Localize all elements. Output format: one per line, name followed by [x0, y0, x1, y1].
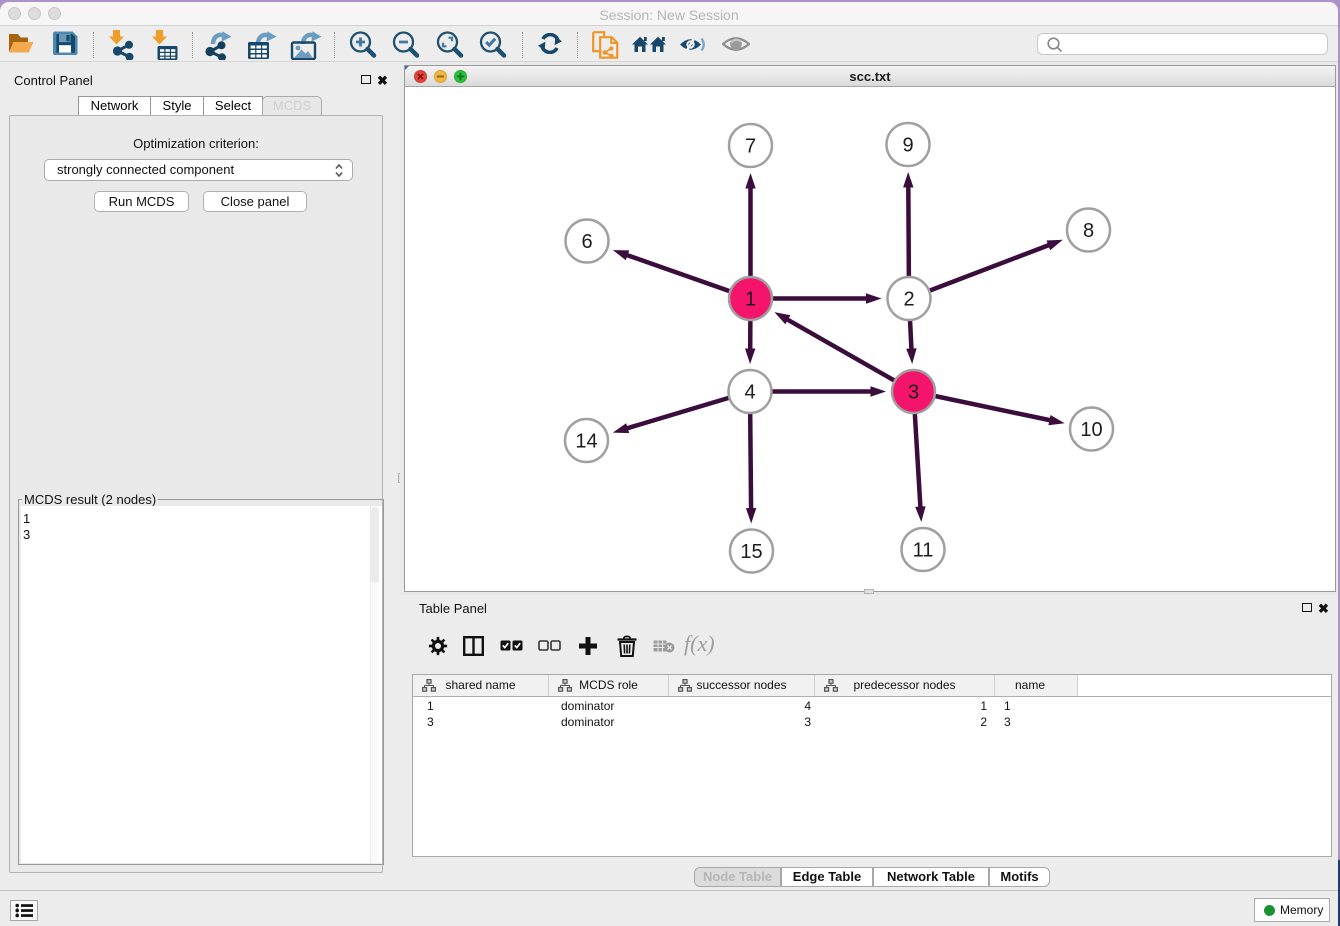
svg-text:8: 8: [1083, 220, 1094, 242]
svg-text:4: 4: [744, 382, 755, 404]
svg-text:2: 2: [903, 289, 914, 311]
svg-text:7: 7: [745, 136, 756, 158]
svg-text:1: 1: [745, 289, 756, 311]
svg-text:14: 14: [575, 431, 597, 453]
svg-text:3: 3: [908, 382, 919, 404]
svg-text:11: 11: [913, 540, 934, 562]
svg-text:9: 9: [902, 135, 913, 157]
svg-text:10: 10: [1080, 419, 1102, 441]
svg-text:6: 6: [581, 231, 592, 253]
svg-text:15: 15: [740, 541, 762, 563]
